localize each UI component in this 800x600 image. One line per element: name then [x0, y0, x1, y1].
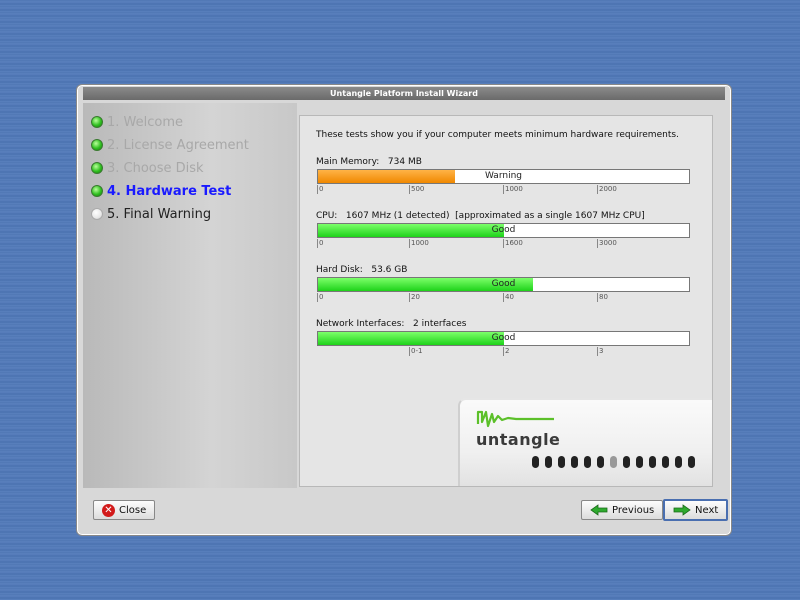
scale-tick: 0 — [317, 293, 324, 302]
step-final-warning: 5. Final Warning — [91, 205, 211, 223]
vent — [558, 456, 565, 468]
next-button-label: Next — [695, 504, 719, 516]
close-button[interactable]: ✕ Close — [93, 500, 156, 520]
cpu-test-label: CPU: 1607 MHz (1 detected) [approximated… — [316, 211, 645, 221]
disk-test-status: Good — [491, 279, 516, 289]
memory-test-bar: Warning — [317, 169, 690, 184]
disk-test-label: Hard Disk: 53.6 GB — [316, 265, 408, 275]
step-label: 2. License Agreement — [107, 137, 249, 153]
step-license-agreement: 2. License Agreement — [91, 136, 249, 154]
vent — [532, 456, 539, 468]
previous-button-label: Previous — [612, 504, 655, 516]
scale-tick: 1000 — [409, 239, 429, 248]
vent — [545, 456, 552, 468]
scale-tick: 1600 — [503, 239, 523, 248]
step-hardware-test: 4. Hardware Test — [91, 182, 231, 200]
step-complete-icon — [91, 116, 103, 128]
vent — [610, 456, 617, 468]
scale-tick: 0 — [317, 239, 324, 248]
next-button[interactable]: Next — [663, 499, 729, 521]
memory-test-status: Warning — [484, 171, 522, 181]
vent — [584, 456, 591, 468]
cpu-test-scale: 0 1000 1600 3000 — [317, 239, 690, 248]
step-welcome: 1. Welcome — [91, 113, 183, 131]
step-label: 1. Welcome — [107, 114, 184, 130]
cpu-test-status: Good — [491, 225, 516, 235]
vent — [571, 456, 578, 468]
network-test-bar: Good — [317, 331, 690, 346]
arrow-right-icon — [673, 504, 691, 516]
scale-tick: 1000 — [503, 185, 523, 194]
disk-test-bar: Good — [317, 277, 690, 292]
vent — [649, 456, 656, 468]
appliance-vents — [532, 456, 695, 468]
step-complete-icon — [91, 139, 103, 151]
step-choose-disk: 3. Choose Disk — [91, 159, 204, 177]
scale-tick: 3000 — [597, 239, 617, 248]
vent — [675, 456, 682, 468]
close-button-label: Close — [119, 504, 147, 516]
network-test-scale: 0-1 2 3 — [317, 347, 690, 356]
scale-tick: 2 — [503, 347, 510, 356]
hardware-test-panel: These tests show you if your computer me… — [299, 115, 713, 487]
vent — [597, 456, 604, 468]
untangle-wave-logo-icon — [476, 410, 554, 428]
window-title: Untangle Platform Install Wizard — [83, 87, 725, 100]
install-wizard-window: Untangle Platform Install Wizard 1. Welc… — [76, 84, 732, 536]
previous-button[interactable]: Previous — [581, 500, 664, 520]
network-test-status: Good — [491, 333, 516, 343]
step-pending-icon — [91, 208, 103, 220]
steps-sidebar: 1. Welcome 2. License Agreement 3. Choos… — [83, 103, 297, 488]
memory-test-scale: 0 500 1000 2000 — [317, 185, 690, 194]
vent — [688, 456, 695, 468]
untangle-logo-text: untangle — [476, 430, 561, 449]
network-test-label: Network Interfaces: 2 interfaces — [316, 319, 467, 329]
scale-tick: 20 — [409, 293, 420, 302]
scale-tick: 80 — [597, 293, 608, 302]
cpu-test-bar: Good — [317, 223, 690, 238]
step-label: 3. Choose Disk — [107, 160, 204, 176]
vent — [636, 456, 643, 468]
scale-tick: 2000 — [597, 185, 617, 194]
step-label: 5. Final Warning — [107, 206, 212, 222]
vent — [623, 456, 630, 468]
scale-tick: 500 — [409, 185, 425, 194]
scale-tick: 3 — [597, 347, 604, 356]
memory-test-label: Main Memory: 734 MB — [316, 157, 422, 167]
scale-tick: 0 — [317, 185, 324, 194]
step-label: 4. Hardware Test — [107, 183, 232, 199]
intro-text: These tests show you if your computer me… — [316, 130, 679, 140]
step-complete-icon — [91, 162, 103, 174]
arrow-left-icon — [590, 504, 608, 516]
close-icon: ✕ — [102, 503, 115, 517]
scale-tick: 40 — [503, 293, 514, 302]
step-current-icon — [91, 185, 103, 197]
scale-tick: 0-1 — [409, 347, 423, 356]
disk-test-scale: 0 20 40 80 — [317, 293, 690, 302]
vent — [662, 456, 669, 468]
untangle-appliance-image: untangle — [458, 398, 712, 486]
